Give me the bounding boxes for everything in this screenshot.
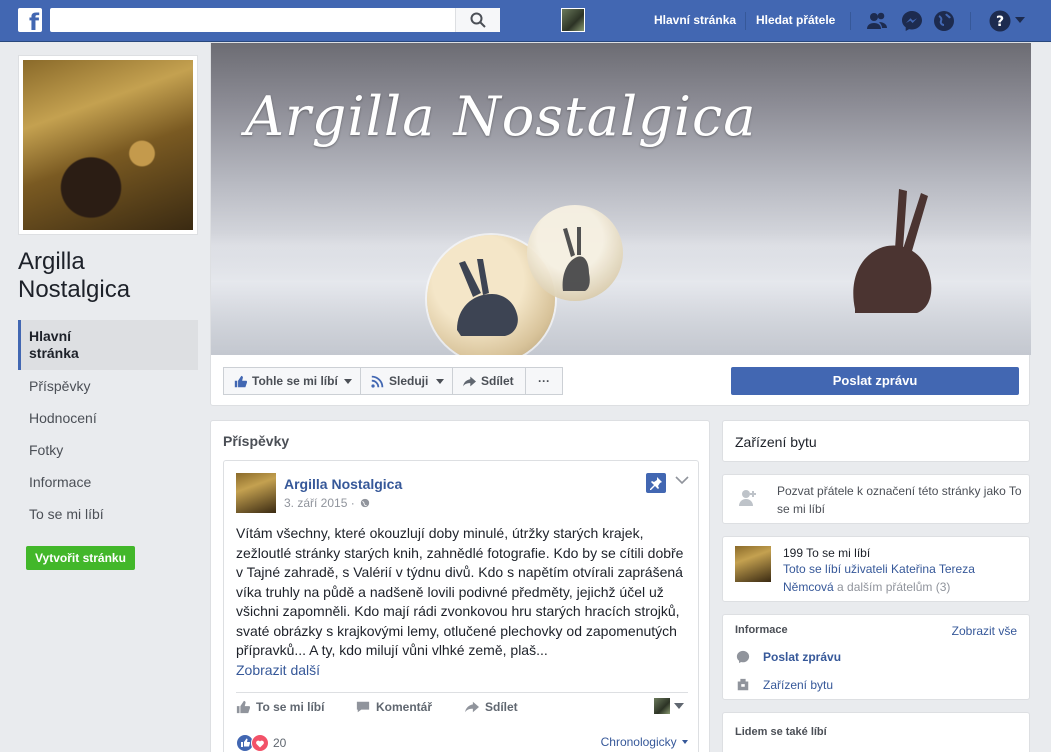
post-comment-button[interactable]: Komentář [356, 700, 432, 714]
category-card: Zařízení bytu [722, 420, 1030, 462]
thumbs-up-icon [234, 375, 247, 388]
post-comment-label: Komentář [376, 700, 433, 714]
svg-text:?: ? [996, 14, 1004, 30]
post-options-chevron-icon[interactable] [675, 475, 689, 485]
cover-card: Argilla Nostalgica Tohle se mi líbí Sled… [210, 42, 1031, 406]
search-icon [470, 12, 486, 28]
nav-separator [745, 12, 746, 30]
post-date-text: 3. září 2015 · [284, 496, 355, 510]
left-nav-item-likes[interactable]: To se mi líbí [18, 498, 198, 530]
follow-caret-icon [436, 379, 444, 384]
category-tag-icon [737, 678, 749, 691]
post-like-button[interactable]: To se mi líbí [236, 700, 324, 714]
share-label: Sdílet [481, 374, 514, 388]
sort-dropdown[interactable]: Chronologicky [601, 735, 688, 749]
follow-button[interactable]: Sleduji [360, 367, 453, 395]
sort-label: Chronologicky [600, 735, 677, 749]
share-button[interactable]: Sdílet [452, 367, 526, 395]
friend-requests-icon[interactable] [865, 9, 889, 33]
messenger-icon[interactable] [900, 9, 924, 33]
search-button[interactable] [455, 8, 500, 32]
reactions-row: 20 Chronologicky [236, 733, 688, 752]
post-share-button[interactable]: Sdílet [465, 700, 518, 714]
left-nav-item-about[interactable]: Informace [18, 466, 198, 498]
comment-icon [356, 701, 370, 713]
left-nav-item-posts[interactable]: Příspěvky [18, 370, 198, 402]
post-avatar[interactable] [236, 473, 276, 513]
sort-caret-icon [682, 740, 688, 744]
left-nav-item-photos[interactable]: Fotky [18, 434, 198, 466]
post-date[interactable]: 3. září 2015 · [284, 496, 370, 510]
top-bar: f Hlavní stránka Hledat přátele ? [0, 0, 1051, 42]
info-title: Informace [735, 624, 788, 636]
share-arrow-icon [463, 376, 476, 387]
likes-friends: Toto se líbí uživateli Kateřina Tereza N… [783, 560, 1023, 596]
profile-photo [23, 60, 193, 230]
post-like-label: To se mi líbí [256, 700, 325, 714]
invite-text[interactable]: Pozvat přátele k označení této stránky j… [777, 482, 1027, 518]
posts-section-title: Příspěvky [223, 433, 290, 449]
nav-separator [970, 12, 971, 30]
globe-privacy-icon [360, 498, 370, 508]
profile-picture[interactable] [18, 55, 198, 235]
nav-find-friends[interactable]: Hledat přátele [756, 13, 835, 27]
post-share-label: Sdílet [485, 700, 518, 714]
like-caret-icon [344, 379, 352, 384]
more-options-button[interactable]: ··· [525, 367, 563, 395]
post-as-caret-icon[interactable] [674, 703, 684, 709]
invite-card: Pozvat přátele k označení této stránky j… [722, 474, 1030, 524]
info-card: Informace Zobrazit vše Poslat zprávu Zař… [722, 614, 1030, 700]
share-arrow-icon [465, 701, 479, 713]
left-nav: Hlavní stránka Příspěvky Hodnocení Fotky… [18, 320, 198, 530]
rss-follow-icon [371, 375, 384, 388]
related-pages-card: Lidem se také líbí [722, 712, 1030, 752]
help-icon[interactable]: ? [988, 9, 1012, 33]
posts-section: Příspěvky Argilla Nostalgica 3. září 201… [210, 420, 710, 752]
nav-home[interactable]: Hlavní stránka [654, 13, 736, 27]
info-show-all-link[interactable]: Zobrazit vše [952, 622, 1017, 640]
follow-label: Sleduji [389, 374, 429, 388]
category-title[interactable]: Zařízení bytu [735, 434, 817, 450]
facebook-logo-icon[interactable]: f [18, 8, 42, 32]
pinned-post-icon [646, 473, 666, 493]
left-nav-item-reviews[interactable]: Hodnocení [18, 402, 198, 434]
like-page-button[interactable]: Tohle se mi líbí [223, 367, 361, 395]
search-input[interactable] [50, 8, 500, 32]
cover-photo[interactable]: Argilla Nostalgica [211, 43, 1031, 355]
love-reaction-icon[interactable] [251, 734, 269, 752]
related-pages-title: Lidem se také líbí [735, 726, 827, 738]
reactions-count[interactable]: 20 [273, 736, 286, 750]
post-as-avatar[interactable] [654, 698, 670, 714]
account-menu-caret-icon[interactable] [1014, 15, 1026, 25]
likes-page-thumb[interactable] [735, 546, 771, 582]
post: Argilla Nostalgica 3. září 2015 · Vítám … [223, 460, 699, 752]
post-body: Vítám všechny, které okouzlují doby minu… [236, 525, 684, 658]
top-avatar[interactable] [561, 8, 585, 32]
left-nav-item-home[interactable]: Hlavní stránka [18, 320, 198, 370]
send-message-button[interactable]: Poslat zprávu [731, 367, 1019, 395]
likes-friends-rest: a dalším přátelům (3) [833, 580, 951, 594]
hare-icon [562, 227, 590, 291]
create-page-button[interactable]: Vytvořit stránku [26, 546, 135, 570]
cover-title: Argilla Nostalgica [245, 85, 757, 148]
thumbs-up-icon [236, 700, 250, 714]
post-text: Vítám všechny, které okouzlují doby minu… [236, 524, 692, 680]
invite-friends-icon[interactable] [737, 487, 759, 509]
messenger-icon [736, 650, 750, 664]
post-actions: To se mi líbí Komentář Sdílet [236, 692, 688, 721]
glass-orb-hare-small [527, 205, 623, 301]
likes-card: 199 To se mi líbí Toto se líbí uživateli… [722, 536, 1030, 602]
post-author[interactable]: Argilla Nostalgica [284, 476, 402, 492]
notifications-globe-icon[interactable] [932, 9, 956, 33]
like-page-label: Tohle se mi líbí [252, 374, 338, 388]
page-title: Argilla Nostalgica [18, 248, 131, 303]
nav-separator [850, 12, 851, 30]
info-category-link[interactable]: Zařízení bytu [763, 676, 833, 694]
info-send-message-link[interactable]: Poslat zprávu [763, 648, 841, 666]
see-more-link[interactable]: Zobrazit další [236, 662, 320, 678]
hare-silhouette-icon [853, 189, 932, 313]
